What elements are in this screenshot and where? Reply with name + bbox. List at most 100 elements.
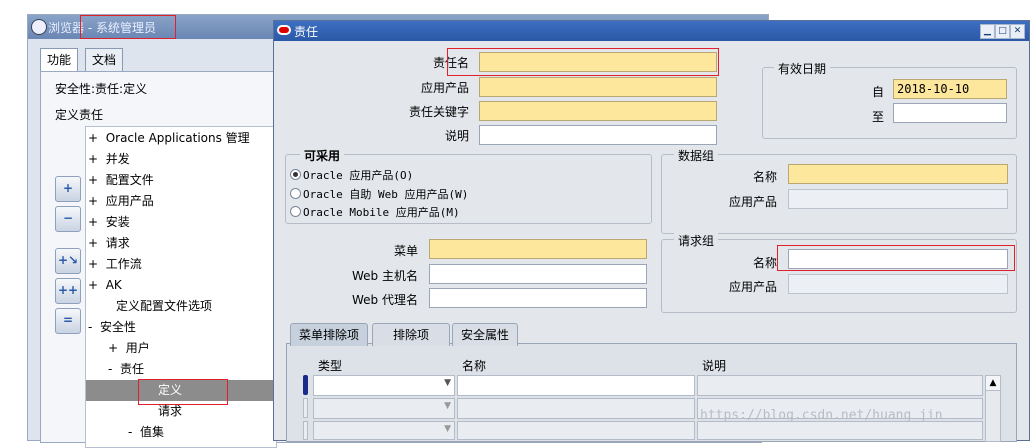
tree-item[interactable]: + AK xyxy=(88,275,122,296)
web-agent-field[interactable] xyxy=(429,288,647,308)
tree-item[interactable]: - 值集 xyxy=(128,422,164,443)
radio-icon xyxy=(290,188,301,199)
minus-icon: − xyxy=(62,211,74,225)
web-host-field[interactable] xyxy=(429,264,647,284)
column-header-type: 类型 xyxy=(318,359,343,373)
resp-name-highlight-box xyxy=(447,48,719,76)
tree-item[interactable]: + 请求 xyxy=(88,233,130,254)
type-select[interactable]: ▼ xyxy=(313,398,455,419)
tree-item[interactable]: + 配置文件 xyxy=(88,170,154,191)
data-group-name-label: 名称 xyxy=(752,170,777,184)
web-agent-label: Web 代理名 xyxy=(352,293,418,307)
app-label: 应用产品 xyxy=(420,81,469,95)
maximize-button[interactable]: □ xyxy=(995,24,1010,39)
current-record-indicator xyxy=(303,375,308,395)
request-group-app-label: 应用产品 xyxy=(728,280,777,294)
tab-security-attributes[interactable]: 安全属性 xyxy=(452,323,519,346)
title-highlight-box xyxy=(80,15,176,39)
request-group-title: 请求组 xyxy=(674,232,719,249)
dialog-title-bar[interactable]: 责任 ▁ □ ✕ xyxy=(274,21,1029,41)
radio-oracle-apps[interactable]: Oracle 应用产品(O) xyxy=(290,167,413,183)
dialog-title: 责任 xyxy=(294,25,319,39)
menu-field[interactable] xyxy=(429,239,647,259)
tree-item[interactable]: + 用户 xyxy=(108,338,150,359)
column-header-name: 名称 xyxy=(462,359,487,373)
tree-item[interactable]: + Oracle Applications 管理 xyxy=(88,128,250,149)
key-field[interactable] xyxy=(479,101,717,121)
function-path: 安全性:责任:定义 xyxy=(55,82,148,96)
tab-functions[interactable]: 功能 xyxy=(40,48,79,71)
name-cell[interactable] xyxy=(457,421,695,440)
desc-field[interactable] xyxy=(479,125,717,145)
record-indicator[interactable] xyxy=(303,398,308,418)
expand-all-button[interactable]: ++ xyxy=(55,278,81,304)
request-group-highlight-box xyxy=(777,245,1015,271)
to-label: 至 xyxy=(871,110,884,124)
name-cell[interactable] xyxy=(457,375,695,396)
radio-oracle-mobile[interactable]: Oracle Mobile 应用产品(M) xyxy=(290,204,460,220)
expand-branch-icon: +↘ xyxy=(57,253,79,267)
radio-icon xyxy=(290,206,301,217)
description-cell[interactable] xyxy=(697,421,983,440)
from-date-field[interactable]: 2018-10-10 xyxy=(893,79,1007,99)
close-icon: ✕ xyxy=(1013,26,1022,36)
radio-selected-icon xyxy=(290,169,301,180)
oracle-app-icon xyxy=(31,19,47,35)
from-label: 自 xyxy=(871,85,884,99)
web-host-label: Web 主机名 xyxy=(352,269,418,283)
expand-button[interactable]: + xyxy=(55,176,81,202)
tree-item[interactable]: + 安装 xyxy=(88,212,130,233)
tree-item[interactable]: + 并发 xyxy=(88,149,130,170)
data-group-app-field[interactable] xyxy=(788,189,1008,209)
chevron-down-icon: ▼ xyxy=(444,424,451,434)
tab-documents[interactable]: 文档 xyxy=(85,48,124,71)
name-cell[interactable] xyxy=(457,398,695,419)
minimize-button[interactable]: ▁ xyxy=(980,24,995,39)
record-indicator[interactable] xyxy=(303,421,308,440)
tree-item[interactable]: 定义配置文件选项 xyxy=(116,296,212,317)
collapse-all-icon: = xyxy=(62,313,74,327)
tree-item[interactable]: 请求 xyxy=(158,401,182,422)
type-select[interactable]: ▼ xyxy=(313,421,455,440)
app-field[interactable] xyxy=(479,77,717,97)
chevron-down-icon: ▼ xyxy=(444,401,451,411)
description-cell[interactable] xyxy=(697,375,983,396)
key-label: 责任关键字 xyxy=(408,105,469,119)
to-date-field[interactable] xyxy=(893,103,1007,123)
grid-scrollbar[interactable]: ▲ xyxy=(985,375,1001,442)
close-button[interactable]: ✕ xyxy=(1010,24,1025,39)
tab-exclusions[interactable]: 排除项 xyxy=(372,323,450,346)
plus-icon: + xyxy=(62,181,74,195)
watermark: https://blog.csdn.net/huang_jin_ xyxy=(700,408,951,423)
function-description: 定义责任 xyxy=(55,108,104,122)
tree-item[interactable]: + 应用产品 xyxy=(88,191,154,212)
menu-label: 菜单 xyxy=(393,244,418,258)
available-title: 可采用 xyxy=(300,147,345,164)
request-group-app-field[interactable] xyxy=(788,274,1008,294)
request-group-name-label: 名称 xyxy=(752,256,777,270)
data-group-app-label: 应用产品 xyxy=(728,195,777,209)
collapse-button[interactable]: − xyxy=(55,206,81,232)
effective-date-title: 有效日期 xyxy=(774,60,831,77)
data-group-title: 数据组 xyxy=(674,147,719,164)
radio-self-service-web[interactable]: Oracle 自助 Web 应用产品(W) xyxy=(290,186,468,202)
scroll-up-icon[interactable]: ▲ xyxy=(986,376,1000,391)
tree-item[interactable]: + 工作流 xyxy=(88,254,142,275)
tab-menu-exclusions[interactable]: 菜单排除项 xyxy=(290,323,369,346)
responsibility-dialog: 责任 ▁ □ ✕ 责任名 应用产品 责任关键字 说明 有效日期 自 2018-1… xyxy=(273,20,1030,442)
oracle-logo-icon xyxy=(277,25,291,35)
function-tree: + Oracle Applications 管理 + 并发 + 配置文件 + 应… xyxy=(85,126,277,448)
tree-item[interactable]: - 安全性 xyxy=(88,317,136,338)
column-header-description: 说明 xyxy=(702,359,727,373)
tree-highlight-box xyxy=(138,379,228,405)
collapse-all-button[interactable]: = xyxy=(55,308,81,334)
type-select[interactable]: ▼ xyxy=(313,375,455,396)
minimize-icon: ▁ xyxy=(984,26,991,36)
expand-all-icon: ++ xyxy=(57,283,79,297)
expand-branch-button[interactable]: +↘ xyxy=(55,248,81,274)
chevron-down-icon: ▼ xyxy=(444,378,451,388)
desc-label: 说明 xyxy=(444,129,469,143)
tree-item[interactable]: - 责任 xyxy=(108,359,144,380)
data-group-name-field[interactable] xyxy=(788,164,1008,184)
maximize-icon: □ xyxy=(998,26,1007,36)
